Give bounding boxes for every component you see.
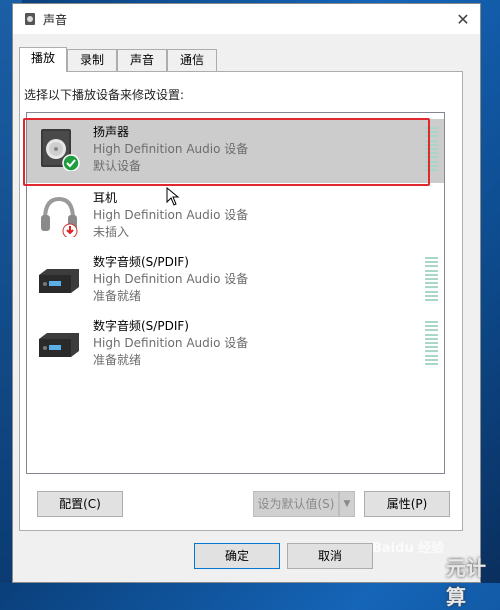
device-item-headphones[interactable]: 耳机 High Definition Audio 设备 未插入 bbox=[27, 185, 444, 249]
chevron-down-icon: ▼ bbox=[343, 499, 351, 509]
headphones-icon bbox=[41, 196, 78, 237]
instruction-text: 选择以下播放设备来修改设置: bbox=[24, 88, 185, 102]
device-item-speaker[interactable]: 扬声器 High Definition Audio 设备 默认设备 bbox=[27, 119, 444, 183]
speaker-icon bbox=[41, 129, 80, 171]
device-name: 扬声器 bbox=[93, 125, 130, 139]
device-status: 默认设备 bbox=[93, 159, 142, 173]
close-icon: ✕ bbox=[456, 9, 470, 29]
set-default-dropdown[interactable]: ▼ bbox=[339, 491, 355, 517]
volume-meter bbox=[425, 127, 438, 171]
device-driver: High Definition Audio 设备 bbox=[93, 208, 249, 222]
device-list[interactable]: 扬声器 High Definition Audio 设备 默认设备 耳机 Hig… bbox=[26, 112, 445, 474]
tab-playback[interactable]: 播放 bbox=[19, 47, 67, 72]
properties-button[interactable]: 属性(P) bbox=[364, 491, 450, 517]
tab-sounds[interactable]: 声音 bbox=[117, 49, 167, 71]
volume-meter bbox=[425, 321, 438, 365]
device-item-spdif-2[interactable]: 数字音频(S/PDIF) High Definition Audio 设备 准备… bbox=[27, 313, 444, 377]
device-item-spdif[interactable]: 数字音频(S/PDIF) High Definition Audio 设备 准备… bbox=[27, 249, 444, 313]
device-driver: High Definition Audio 设备 bbox=[93, 142, 249, 156]
speaker-title-icon bbox=[25, 13, 35, 25]
device-name: 耳机 bbox=[93, 191, 118, 205]
ok-button[interactable]: 确定 bbox=[194, 543, 280, 569]
close-button[interactable]: ✕ bbox=[452, 8, 474, 30]
window-title: 声音 bbox=[43, 13, 68, 27]
configure-button[interactable]: 配置(C) bbox=[37, 491, 123, 517]
device-status: 未插入 bbox=[93, 225, 130, 239]
cancel-button[interactable]: 取消 bbox=[287, 543, 373, 569]
mouse-cursor-icon bbox=[166, 187, 180, 206]
device-name: 数字音频(S/PDIF) bbox=[93, 319, 189, 333]
title-bar: 声音 ✕ bbox=[13, 4, 480, 34]
device-driver: High Definition Audio 设备 bbox=[93, 272, 249, 286]
volume-meter bbox=[425, 257, 438, 301]
device-name: 数字音频(S/PDIF) bbox=[93, 255, 189, 269]
device-status: 准备就绪 bbox=[93, 289, 142, 303]
device-driver: High Definition Audio 设备 bbox=[93, 336, 249, 350]
set-default-button[interactable]: 设为默认值(S) bbox=[253, 491, 339, 517]
spdif-device-icon bbox=[39, 269, 79, 293]
overlay-watermark: 元计算 bbox=[446, 556, 486, 609]
site-watermark: Baidu 经验 bbox=[372, 541, 445, 556]
spdif-device-icon bbox=[39, 333, 79, 357]
tab-communications[interactable]: 通信 bbox=[167, 49, 217, 71]
tab-recording[interactable]: 录制 bbox=[67, 49, 117, 71]
device-status: 准备就绪 bbox=[93, 353, 142, 367]
